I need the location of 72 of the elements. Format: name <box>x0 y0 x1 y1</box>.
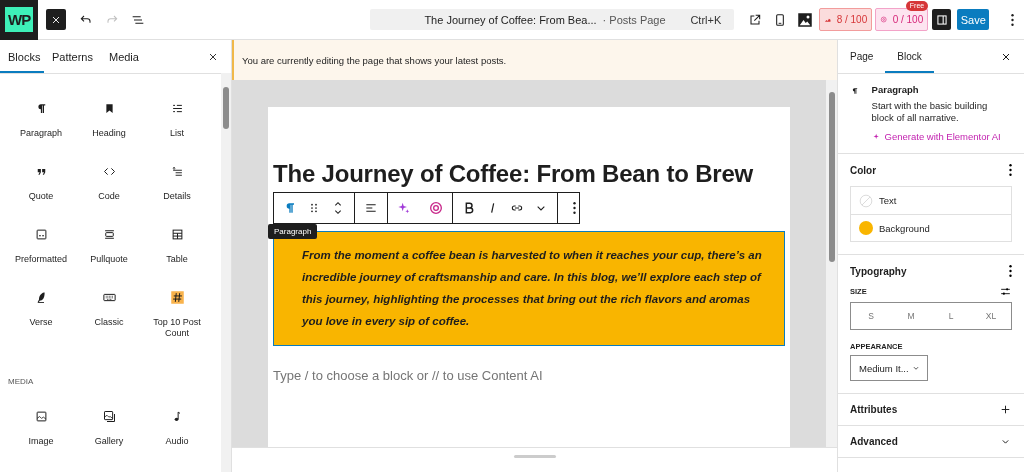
section-title: Typography <box>850 265 907 277</box>
app-logo[interactable]: WP <box>0 0 39 40</box>
settings-tab[interactable]: Block <box>885 40 934 73</box>
seo-score-button[interactable]: 8 / 100 <box>819 8 873 31</box>
more-icon <box>572 202 576 214</box>
at-sign-icon <box>880 14 888 25</box>
appearance-select[interactable]: Medium It... <box>850 355 928 381</box>
section-title: Color <box>850 164 877 176</box>
block-item[interactable]: Details <box>143 164 211 202</box>
block-item[interactable]: Preformatted <box>7 227 75 265</box>
sidebar-icon <box>934 12 949 27</box>
no-color-icon <box>859 193 873 208</box>
hash-icon <box>169 290 185 305</box>
block-item[interactable]: Image <box>7 409 75 447</box>
size-option[interactable]: L <box>931 303 971 329</box>
inserter-tab[interactable]: Blocks <box>0 40 44 73</box>
image-icon <box>33 409 49 424</box>
ai-credits-button[interactable]: 0 / 100 <box>875 8 929 31</box>
save-button[interactable]: Save <box>957 9 989 30</box>
tooltip: Paragraph <box>268 224 318 239</box>
scrollbar-thumb[interactable] <box>223 87 229 129</box>
image-icon <box>795 10 814 29</box>
color-option[interactable]: Background <box>851 214 1011 241</box>
size-option[interactable]: M <box>891 303 931 329</box>
gallery-icon <box>101 409 117 424</box>
generate-ai-link[interactable]: Generate with Elementor AI <box>871 131 1012 143</box>
block-item[interactable]: Quote <box>7 164 75 202</box>
block-item[interactable]: Code <box>75 164 143 202</box>
scrollbar-track[interactable] <box>221 73 231 472</box>
settings-tab[interactable]: Page <box>838 40 886 73</box>
options-button[interactable] <box>1009 164 1012 176</box>
block-description: Start with the basic building block of all narrative. <box>871 100 989 124</box>
resize-handle[interactable] <box>513 455 556 458</box>
block-item[interactable]: Pullquote <box>75 227 143 265</box>
block-placeholder[interactable]: Type / to choose a block or // to use Content AI <box>273 368 785 383</box>
section-heading: MEDIA <box>8 377 35 386</box>
block-item[interactable]: Audio <box>143 409 211 447</box>
block-item[interactable]: Table <box>143 227 211 265</box>
block-name: Paragraph <box>871 84 920 96</box>
block-item[interactable]: Paragraph <box>7 101 75 139</box>
inserter-tab[interactable]: Patterns <box>44 40 101 73</box>
sliders-icon <box>999 285 1012 298</box>
close-button[interactable] <box>46 9 67 30</box>
command-bar[interactable]: The Journey of Coffee: From Bea... · Posts Page Ctrl+K <box>370 9 735 30</box>
block-item[interactable]: Heading <box>75 101 143 139</box>
panel-header[interactable]: Attributes <box>838 394 1024 426</box>
plus-icon <box>999 403 1012 416</box>
post-title[interactable]: The Journey of Coffee: From Bean to Brew <box>273 159 785 189</box>
inserter-tab[interactable]: Media <box>100 40 147 73</box>
color-option[interactable]: Text <box>851 187 1011 214</box>
sidebar-toggle-button[interactable] <box>932 9 952 30</box>
options-button[interactable] <box>1009 265 1012 277</box>
block-item[interactable]: List <box>143 101 211 139</box>
table-icon <box>169 227 185 242</box>
custom-size-button[interactable] <box>999 285 1012 298</box>
page-type: · Posts Page <box>602 13 666 26</box>
block-item[interactable]: Top 10 Post Count <box>143 290 211 339</box>
scrollbar-thumb[interactable] <box>829 92 835 262</box>
at-sign-icon <box>428 200 444 216</box>
page-title: The Journey of Coffee: From Bea... <box>424 13 597 26</box>
shortcut-hint: Ctrl+K <box>690 13 722 26</box>
more-icon <box>1009 164 1012 176</box>
preformatted-icon <box>33 227 49 242</box>
size-option[interactable]: XL <box>971 303 1011 329</box>
more-icon <box>1011 13 1014 26</box>
panel-header[interactable]: Advanced <box>838 426 1024 458</box>
notice-banner: You are currently editing the page that shows your latest posts. <box>232 40 837 80</box>
block-item[interactable]: Classic <box>75 290 143 339</box>
block-item[interactable]: Gallery <box>75 409 143 447</box>
size-option[interactable]: S <box>851 303 891 329</box>
more-icon <box>1009 265 1012 277</box>
block-item[interactable]: Verse <box>7 290 75 339</box>
